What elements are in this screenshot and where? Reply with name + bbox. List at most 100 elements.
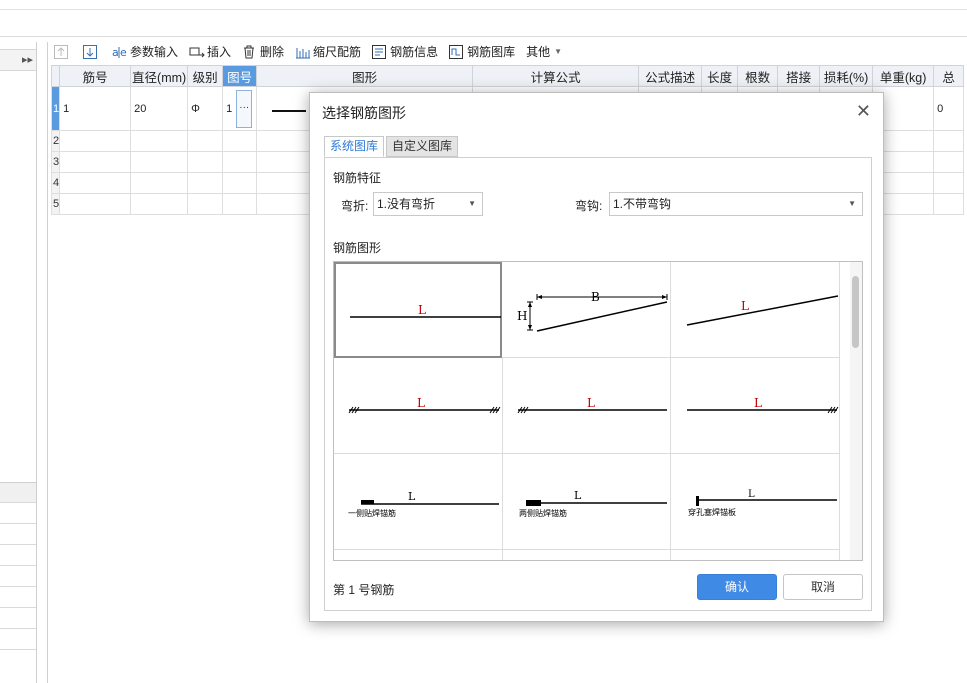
shape-straight[interactable]: L	[334, 262, 502, 358]
expand-icon[interactable]: ▸▸	[22, 53, 33, 66]
shape-two-side-welded[interactable]: L 两侧贴焊锚筋	[502, 454, 671, 550]
cell-grade[interactable]: Φ	[187, 86, 224, 131]
library-panel: 钢筋特征 弯折: 1.没有弯折 ▼ 弯钩: 1.不带弯钩 ▼ 钢筋图形 L B …	[324, 157, 872, 611]
list-item[interactable]	[0, 608, 36, 629]
bend-value: 1.没有弯折	[377, 197, 436, 211]
col-header[interactable]: 图号	[222, 65, 258, 87]
cell-diameter[interactable]: 20	[130, 86, 189, 131]
cell[interactable]	[59, 172, 132, 194]
insert-label: 插入	[207, 45, 232, 59]
cell[interactable]	[187, 130, 224, 152]
list-item[interactable]	[0, 566, 36, 587]
splitter[interactable]	[47, 42, 48, 683]
svg-text:a: a	[112, 46, 119, 59]
shape-label: L	[754, 396, 762, 410]
title-strip	[0, 0, 967, 10]
cell[interactable]	[59, 193, 132, 215]
scrollbar-thumb[interactable]	[852, 276, 859, 348]
cell-jinhao[interactable]: 1	[59, 86, 132, 131]
cell-fig-no[interactable]: 1 ···	[222, 86, 258, 131]
row-number[interactable]: 2	[50, 130, 61, 152]
chevron-down-icon: ▼	[554, 47, 563, 56]
cell[interactable]	[933, 130, 965, 152]
shape-plug-welded-plate[interactable]: L 穿孔塞焊锚板	[671, 454, 840, 550]
move-down-button[interactable]	[79, 41, 108, 63]
cell[interactable]	[59, 130, 132, 152]
cell[interactable]	[222, 151, 258, 173]
shape-partial-row	[671, 550, 840, 560]
cell[interactable]	[222, 193, 258, 215]
cell[interactable]	[933, 193, 965, 215]
delete-button[interactable]: 删除	[238, 41, 291, 63]
col-header[interactable]: 公式描述	[638, 65, 703, 87]
param-input-button[interactable]: ae 参数输入	[108, 41, 185, 63]
confirm-button[interactable]: 确认	[697, 574, 777, 600]
rebar-library-button[interactable]: 钢筋图库	[445, 41, 522, 63]
cell[interactable]	[933, 151, 965, 173]
cell[interactable]	[187, 172, 224, 194]
more-menu-button[interactable]: 其他 ▼	[522, 41, 569, 63]
shape-sloped-with-height[interactable]: B H	[502, 262, 671, 358]
cell-total[interactable]: 0	[933, 86, 965, 131]
cell[interactable]	[187, 151, 224, 173]
shape-label: L	[587, 396, 595, 410]
tab-custom-library[interactable]: 自定义图库	[386, 136, 459, 157]
scale-rebar-label: 缩尺配筋	[313, 45, 362, 59]
cell[interactable]	[222, 172, 258, 194]
close-icon[interactable]: ✕	[856, 102, 871, 120]
cell[interactable]	[130, 193, 189, 215]
list-item[interactable]	[0, 524, 36, 545]
pick-shape-button[interactable]: ···	[236, 89, 253, 128]
move-up-button[interactable]	[50, 41, 79, 63]
bend-label: 弯折:	[341, 199, 369, 213]
shape-anchored-right[interactable]: L	[671, 358, 840, 454]
delete-label: 删除	[260, 45, 285, 59]
list-item[interactable]	[0, 545, 36, 566]
list-item[interactable]	[0, 503, 36, 524]
col-header[interactable]: 筋号	[59, 65, 132, 87]
row-number[interactable]: 4	[50, 172, 61, 194]
tab-system-library[interactable]: 系统图库	[324, 136, 385, 157]
col-header[interactable]: 直径(mm)	[130, 65, 189, 87]
cell[interactable]	[187, 193, 224, 215]
cell[interactable]	[59, 151, 132, 173]
col-header[interactable]: 单重(kg)	[872, 65, 935, 87]
col-header[interactable]: 级别	[187, 65, 224, 87]
col-header[interactable]: 长度	[701, 65, 739, 87]
cell[interactable]	[130, 172, 189, 194]
scale-rebar-button[interactable]: 缩尺配筋	[291, 41, 368, 63]
info-icon	[372, 44, 387, 59]
col-header[interactable]: 损耗(%)	[819, 65, 874, 87]
row-number[interactable]: 1	[50, 86, 61, 131]
shape-anchored-both[interactable]: L	[334, 358, 503, 454]
row-number[interactable]: 3	[50, 151, 61, 173]
cell[interactable]	[130, 130, 189, 152]
shape-anchored-left[interactable]: L	[502, 358, 671, 454]
shape-label: L	[408, 490, 416, 503]
cell[interactable]	[222, 130, 258, 152]
rebar-library-label: 钢筋图库	[467, 45, 516, 59]
cell[interactable]	[933, 172, 965, 194]
shape-sloped[interactable]: L	[671, 262, 840, 358]
list-item[interactable]	[0, 587, 36, 608]
list-item[interactable]	[0, 629, 36, 650]
rebar-info-button[interactable]: 钢筋信息	[368, 41, 445, 63]
cancel-button[interactable]: 取消	[783, 574, 863, 600]
hook-select[interactable]: 1.不带弯钩 ▼	[609, 192, 863, 216]
col-header[interactable]: 搭接	[777, 65, 821, 87]
cell[interactable]	[130, 151, 189, 173]
insert-button[interactable]: 插入	[185, 41, 238, 63]
shape-one-side-welded[interactable]: L 一侧贴焊锚筋	[334, 454, 503, 550]
library-icon	[449, 44, 464, 59]
chevron-down-icon: ▼	[468, 199, 476, 208]
row-number[interactable]: 5	[50, 193, 61, 215]
shape-gallery: L B H L L L L L 一侧贴焊锚筋 L 两侧贴焊锚筋 L 穿孔塞焊锚板	[333, 261, 863, 561]
bend-select[interactable]: 1.没有弯折 ▼	[373, 192, 483, 216]
svg-text:e: e	[120, 46, 127, 59]
arrow-up-icon	[54, 44, 68, 59]
col-header[interactable]: 计算公式	[472, 65, 640, 87]
gallery-scrollbar[interactable]	[850, 262, 862, 560]
col-header[interactable]: 根数	[737, 65, 779, 87]
col-header[interactable]: 图形	[256, 65, 474, 87]
col-header[interactable]: 总	[933, 65, 965, 87]
